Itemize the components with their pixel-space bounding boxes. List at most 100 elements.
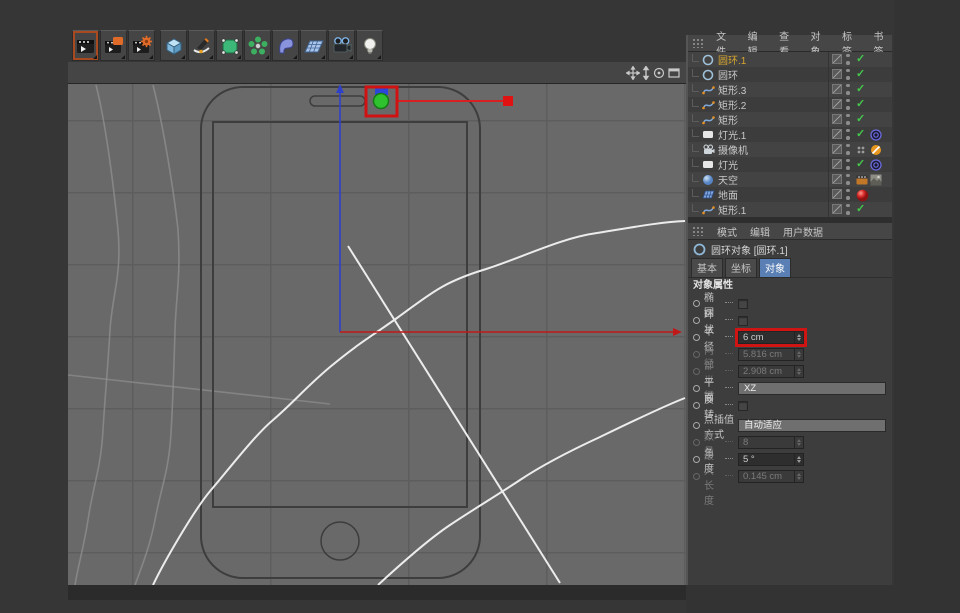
tab-basic[interactable]: 基本 bbox=[691, 258, 723, 278]
object-row[interactable]: 摄像机 bbox=[688, 142, 892, 157]
keyframe-circle-icon[interactable] bbox=[693, 317, 700, 324]
object-row[interactable]: 灯光.1 ✓ bbox=[688, 127, 892, 142]
floor-environment-icon[interactable] bbox=[300, 30, 327, 61]
enabled-check-icon[interactable]: ✓ bbox=[856, 84, 865, 95]
visibility-dots-icon[interactable] bbox=[846, 204, 850, 215]
interpolation-dropdown[interactable]: 自动适应 bbox=[738, 419, 886, 432]
ellipse-checkbox[interactable] bbox=[738, 299, 748, 309]
visibility-dots-icon[interactable] bbox=[846, 159, 850, 170]
rotate-icon[interactable] bbox=[652, 66, 666, 80]
visibility-dots-icon[interactable] bbox=[846, 174, 850, 185]
object-name[interactable]: 圆环 bbox=[718, 67, 738, 82]
object-name[interactable]: 灯光 bbox=[718, 157, 738, 172]
layer-chip-icon[interactable] bbox=[832, 84, 842, 94]
layer-chip-icon[interactable] bbox=[832, 129, 842, 139]
pan-icon[interactable] bbox=[626, 66, 640, 80]
enabled-check-icon[interactable]: ✓ bbox=[856, 69, 865, 80]
object-row[interactable]: 灯光 ✓ bbox=[688, 157, 892, 172]
layer-chip-icon[interactable] bbox=[832, 99, 842, 109]
object-row[interactable]: 矩形 ✓ bbox=[688, 112, 892, 127]
object-row[interactable]: 矩形.1 ✓ bbox=[688, 202, 892, 217]
layer-chip-icon[interactable] bbox=[832, 69, 842, 79]
visibility-dots-icon[interactable] bbox=[846, 99, 850, 110]
object-row[interactable]: 矩形.3 ✓ bbox=[688, 82, 892, 97]
zoom-icon[interactable] bbox=[639, 66, 653, 80]
camera-icon[interactable] bbox=[328, 30, 355, 61]
render-view-icon[interactable] bbox=[72, 30, 99, 61]
keyframe-circle-icon[interactable] bbox=[693, 456, 700, 463]
object-name[interactable]: 矩形.1 bbox=[718, 202, 746, 217]
tab-coordinates[interactable]: 坐标 bbox=[725, 258, 757, 278]
red-handle-square[interactable] bbox=[503, 96, 513, 106]
object-row[interactable]: 地面 bbox=[688, 187, 892, 202]
plane-dropdown[interactable]: XZ bbox=[738, 382, 886, 395]
light-icon[interactable] bbox=[356, 30, 383, 61]
render-settings-icon[interactable] bbox=[128, 30, 155, 61]
panel-grip-icon[interactable] bbox=[692, 38, 703, 48]
enabled-check-icon[interactable]: ✓ bbox=[856, 204, 865, 215]
ring-checkbox[interactable] bbox=[738, 316, 748, 326]
visibility-dots-icon[interactable] bbox=[846, 54, 850, 65]
menu-am-edit[interactable]: 编辑 bbox=[750, 224, 770, 239]
object-name[interactable]: 圆环.1 bbox=[718, 52, 746, 67]
keyframe-circle-icon[interactable] bbox=[693, 385, 700, 392]
object-name[interactable]: 矩形.2 bbox=[718, 97, 746, 112]
object-row[interactable]: 圆环.1 ✓ bbox=[688, 52, 892, 67]
angle-input[interactable]: 5 ° bbox=[738, 453, 804, 466]
layer-chip-icon[interactable] bbox=[832, 204, 842, 214]
layer-chip-icon[interactable] bbox=[832, 144, 842, 154]
stepper-icon[interactable] bbox=[794, 454, 803, 465]
toggle-view-icon[interactable] bbox=[667, 66, 681, 80]
keyframe-circle-icon[interactable] bbox=[693, 422, 700, 429]
keyframe-circle-icon[interactable] bbox=[693, 334, 700, 341]
menu-user-data[interactable]: 用户数据 bbox=[783, 224, 823, 239]
layer-chip-icon[interactable] bbox=[832, 189, 842, 199]
visibility-dots-icon[interactable] bbox=[846, 84, 850, 95]
object-row[interactable]: 矩形.2 ✓ bbox=[688, 97, 892, 112]
layer-chip-icon[interactable] bbox=[832, 114, 842, 124]
stepper-icon[interactable] bbox=[794, 332, 803, 343]
layer-chip-icon[interactable] bbox=[832, 159, 842, 169]
object-name[interactable]: 矩形.3 bbox=[718, 82, 746, 97]
visibility-dots-icon[interactable] bbox=[846, 114, 850, 125]
object-row[interactable]: 天空 bbox=[688, 172, 892, 187]
reverse-checkbox[interactable] bbox=[738, 401, 748, 411]
enabled-check-icon[interactable]: ✓ bbox=[856, 99, 865, 110]
enabled-check-icon[interactable]: ✓ bbox=[856, 114, 865, 125]
array-generator-icon[interactable] bbox=[244, 30, 271, 61]
visibility-dots-icon[interactable] bbox=[846, 189, 850, 200]
object-name[interactable]: 天空 bbox=[718, 172, 738, 187]
keyframe-circle-icon[interactable] bbox=[693, 402, 700, 409]
object-manager-menubar: 文件 编辑 查看 对象 标签 书签 bbox=[688, 35, 892, 52]
deformer-icon[interactable] bbox=[272, 30, 299, 61]
object-name[interactable]: 地面 bbox=[718, 187, 738, 202]
object-row[interactable]: 圆环 ✓ bbox=[688, 67, 892, 82]
tab-object[interactable]: 对象 bbox=[759, 258, 791, 278]
ring-object[interactable] bbox=[374, 94, 389, 109]
tree-branch-icon bbox=[692, 114, 699, 122]
visibility-dots-icon[interactable] bbox=[846, 144, 850, 155]
cube-primitive-icon[interactable] bbox=[160, 30, 187, 61]
faint-diagonal-spline bbox=[68, 375, 330, 404]
layer-chip-icon[interactable] bbox=[832, 174, 842, 184]
render-region-icon[interactable] bbox=[100, 30, 127, 61]
layer-chip-icon[interactable] bbox=[832, 54, 842, 64]
object-name[interactable]: 摄像机 bbox=[718, 142, 748, 157]
object-name[interactable]: 灯光.1 bbox=[718, 127, 746, 142]
enabled-check-icon[interactable]: ✓ bbox=[856, 159, 865, 170]
object-name[interactable]: 矩形 bbox=[718, 112, 738, 127]
radius-input[interactable]: 6 cm bbox=[738, 331, 804, 344]
enabled-check-icon[interactable]: ✓ bbox=[856, 129, 865, 140]
viewport-canvas[interactable] bbox=[68, 84, 686, 585]
keyframe-circle-icon bbox=[693, 473, 700, 480]
menu-mode[interactable]: 模式 bbox=[717, 224, 737, 239]
enabled-check-icon[interactable]: ✓ bbox=[856, 54, 865, 65]
spline-pen-icon[interactable] bbox=[188, 30, 215, 61]
dotted-leader bbox=[725, 353, 733, 354]
keyframe-circle-icon[interactable] bbox=[693, 300, 700, 307]
subdivision-surface-icon[interactable] bbox=[216, 30, 243, 61]
visibility-dots-icon[interactable] bbox=[846, 69, 850, 80]
panel-grip-icon[interactable] bbox=[692, 226, 704, 236]
visibility-dots-icon[interactable] bbox=[846, 129, 850, 140]
radius2-input: 5.816 cm bbox=[738, 348, 804, 361]
